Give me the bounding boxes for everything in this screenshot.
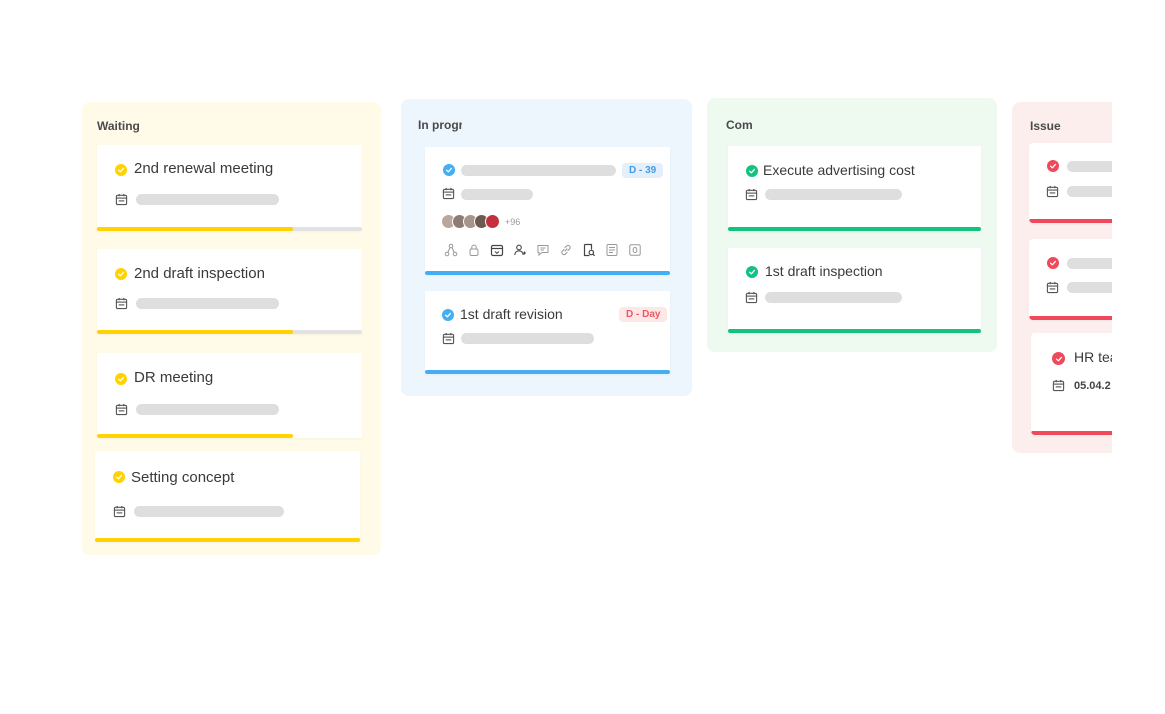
- date-placeholder: [1067, 282, 1112, 293]
- column-complete: Complete Execute advertising cost 1st dr…: [707, 98, 997, 352]
- check-circle-icon: [115, 164, 127, 176]
- column-waiting: Waiting 2nd renewal meeting 2nd draft in…: [82, 102, 381, 555]
- check-circle-icon: [113, 471, 125, 483]
- calendar-icon: [115, 403, 128, 416]
- date-placeholder: [765, 292, 902, 303]
- date-placeholder: [765, 189, 902, 200]
- calendar-icon: [442, 332, 455, 345]
- link-icon[interactable]: [559, 243, 573, 257]
- task-title: Execute advertising cost: [763, 162, 915, 178]
- column-title: In progress: [418, 118, 462, 132]
- progress-bar: [728, 329, 981, 333]
- task-card[interactable]: Setting concept: [95, 451, 360, 542]
- member-avatars[interactable]: +96: [441, 214, 520, 229]
- progress-bar: [1029, 316, 1112, 320]
- task-card[interactable]: [1029, 143, 1112, 223]
- calendar-icon: [1052, 379, 1065, 392]
- calendar-icon: [745, 291, 758, 304]
- check-circle-icon: [442, 309, 454, 321]
- task-card[interactable]: [1029, 239, 1112, 320]
- search-doc-icon[interactable]: [582, 243, 596, 257]
- progress-bar: [728, 227, 981, 231]
- progress-bar: [97, 227, 362, 231]
- calendar-icon: [115, 193, 128, 206]
- task-card[interactable]: 1st draft revision D - Day: [425, 291, 670, 374]
- d-day-badge: D - Day: [619, 307, 668, 322]
- lock-icon[interactable]: [467, 243, 481, 257]
- task-title: DR meeting: [134, 369, 214, 386]
- d-day-badge: D - 39: [622, 163, 664, 178]
- progress-bar: [1029, 219, 1112, 223]
- progress-fill: [97, 434, 294, 438]
- task-card[interactable]: 1st draft inspection: [728, 248, 981, 333]
- calendar-icon: [113, 505, 126, 518]
- calendar-icon: [1046, 185, 1059, 198]
- progress-bar: [95, 538, 360, 542]
- date-placeholder: [134, 506, 284, 517]
- check-circle-icon: [115, 373, 127, 385]
- task-card[interactable]: Execute advertising cost: [728, 146, 981, 231]
- check-circle-icon: [115, 268, 127, 280]
- check-circle-icon: [746, 266, 758, 278]
- progress-fill: [97, 227, 294, 231]
- assign-user-icon[interactable]: [513, 243, 527, 257]
- check-circle-icon: [1052, 352, 1065, 365]
- calendar-icon: [442, 187, 455, 200]
- calendar-icon: [115, 297, 128, 310]
- task-title: 1st draft inspection: [765, 263, 883, 279]
- task-title: 2nd draft inspection: [134, 265, 265, 282]
- list-icon[interactable]: [605, 243, 619, 257]
- date-placeholder: [136, 194, 279, 205]
- check-circle-icon: [443, 164, 455, 176]
- progress-bar: [97, 330, 362, 334]
- task-card[interactable]: D - 39 +96: [425, 147, 670, 275]
- title-placeholder: [461, 165, 616, 176]
- progress-bar: [425, 370, 670, 374]
- date-placeholder: [461, 189, 533, 200]
- comment-icon[interactable]: [536, 243, 550, 257]
- check-circle-icon: [1047, 160, 1059, 172]
- title-placeholder: [1067, 161, 1112, 172]
- date-placeholder: [1067, 186, 1112, 197]
- check-circle-icon: [746, 165, 758, 177]
- progress-bar: [1031, 431, 1112, 435]
- calendar-icon[interactable]: [490, 243, 504, 257]
- task-card[interactable]: 2nd draft inspection: [97, 249, 362, 334]
- column-issue: Issue HR team 05.04.2: [1012, 102, 1112, 453]
- task-card[interactable]: HR team 05.04.2: [1031, 333, 1112, 435]
- column-title: Waiting: [97, 119, 140, 133]
- title-placeholder: [1067, 258, 1112, 269]
- progress-fill: [97, 330, 294, 334]
- calendar-icon: [1046, 281, 1059, 294]
- calendar-icon: [745, 188, 758, 201]
- progress-fill: [95, 538, 360, 542]
- column-title: Issue: [1030, 119, 1061, 133]
- due-date: 05.04.2: [1074, 380, 1111, 392]
- column-in-progress: In progress D - 39 +96: [401, 99, 692, 396]
- check-circle-icon: [1047, 257, 1059, 269]
- progress-bar: [97, 434, 362, 438]
- task-card[interactable]: DR meeting: [97, 353, 362, 438]
- task-title: Setting concept: [131, 469, 235, 486]
- task-title: 2nd renewal meeting: [134, 160, 274, 177]
- card-toolbar: [444, 243, 642, 257]
- date-placeholder: [136, 298, 279, 309]
- date-placeholder: [136, 404, 279, 415]
- hierarchy-icon[interactable]: [444, 243, 458, 257]
- more-members-count: +96: [505, 216, 521, 227]
- attachment-icon[interactable]: [628, 243, 642, 257]
- task-title: 1st draft revision: [460, 306, 563, 322]
- task-title: HR team: [1074, 349, 1112, 365]
- task-card[interactable]: 2nd renewal meeting: [97, 145, 362, 231]
- column-title: Complete: [726, 118, 753, 132]
- date-placeholder: [461, 333, 594, 344]
- progress-bar: [425, 271, 670, 275]
- avatar: [485, 214, 500, 229]
